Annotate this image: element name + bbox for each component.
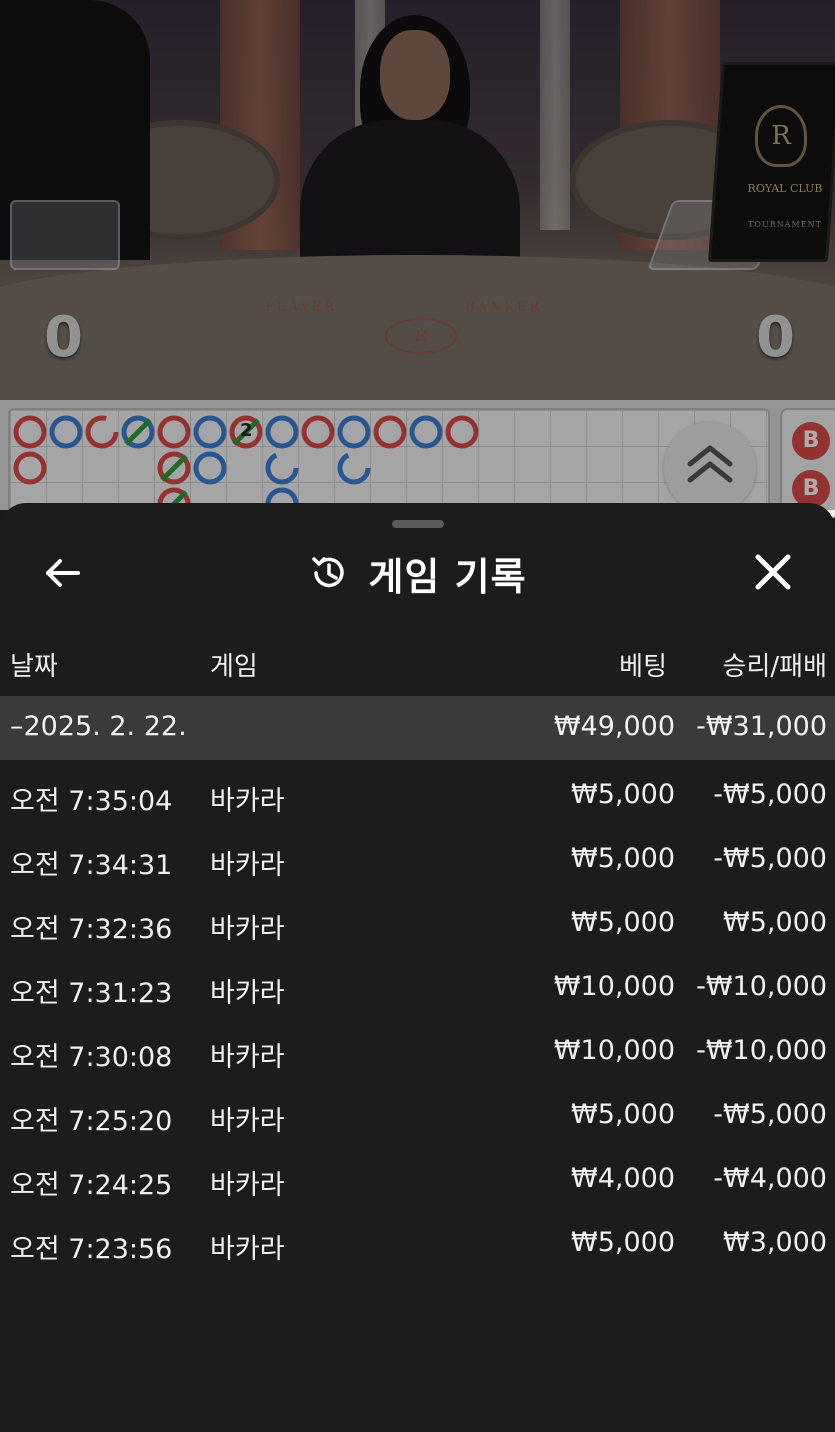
- sheet-drag-handle[interactable]: [392, 520, 444, 528]
- table-row[interactable]: 오전 7:30:08 바카라 ₩10,000 -₩10,000: [0, 1021, 835, 1085]
- row-time: 오전 7:31:23: [10, 978, 173, 1009]
- bead-road-marks: [13, 415, 479, 516]
- row-bet: ₩5,000: [571, 1099, 675, 1130]
- row-result: -₩5,000: [713, 779, 827, 810]
- player-mark: [193, 415, 227, 449]
- row-game: 바카라: [210, 1170, 285, 1201]
- row-time: 오전 7:32:36: [10, 914, 173, 945]
- player-mark: [265, 451, 299, 485]
- row-result: -₩10,000: [696, 971, 827, 1002]
- row-game: 바카라: [210, 850, 285, 881]
- felt-player-label: PLAYER: [265, 300, 338, 315]
- bead-road-grid: 2: [8, 408, 770, 518]
- column-header-date: 날짜: [10, 652, 58, 682]
- group-result-total: -₩31,000: [696, 711, 827, 742]
- row-bet: ₩5,000: [571, 907, 675, 938]
- row-result: -₩10,000: [696, 1035, 827, 1066]
- banker-mark: [85, 415, 119, 449]
- banker-mark: [13, 451, 47, 485]
- row-bet: ₩5,000: [571, 779, 675, 810]
- close-button[interactable]: [750, 549, 796, 595]
- player-mark: [337, 415, 371, 449]
- big-road-side-panel: B B: [780, 408, 835, 518]
- player-mark: [49, 415, 83, 449]
- game-history-sheet: 게임 기록 날짜 게임 베팅 승리/패배 –2025. 2. 22. ₩49,0…: [0, 503, 835, 1432]
- player-mark: [193, 451, 227, 485]
- pillar: [540, 0, 570, 230]
- table-row[interactable]: 오전 7:24:25 바카라 ₩4,000 -₩4,000: [0, 1149, 835, 1213]
- row-result: -₩4,000: [713, 1163, 827, 1194]
- sheet-title: 게임 기록: [368, 554, 527, 599]
- expand-roadmap-button[interactable]: [664, 422, 756, 514]
- row-bet: ₩10,000: [553, 1035, 675, 1066]
- row-bet: ₩5,000: [571, 843, 675, 874]
- column-header-bet: 베팅: [619, 652, 667, 682]
- banker-mark: [13, 415, 47, 449]
- table-row[interactable]: 오전 7:23:56 바카라 ₩5,000 ₩3,000: [0, 1213, 835, 1277]
- history-icon: [312, 557, 345, 588]
- royal-club-logo: R: [755, 105, 807, 167]
- table-row[interactable]: 오전 7:34:31 바카라 ₩5,000 -₩5,000: [0, 829, 835, 893]
- date-group-row[interactable]: –2025. 2. 22. ₩49,000 -₩31,000: [0, 696, 835, 760]
- row-game: 바카라: [210, 1234, 285, 1265]
- table-row[interactable]: 오전 7:25:20 바카라 ₩5,000 -₩5,000: [0, 1085, 835, 1149]
- player-mark: [409, 415, 443, 449]
- row-game: 바카라: [210, 978, 285, 1009]
- column-header-result: 승리/패배: [722, 652, 827, 682]
- row-time: 오전 7:25:20: [10, 1106, 173, 1137]
- banker-badge: B: [792, 422, 830, 460]
- row-time: 오전 7:30:08: [10, 1042, 173, 1073]
- row-time: 오전 7:34:31: [10, 850, 173, 881]
- player-mark: [265, 415, 299, 449]
- felt-logo: R: [385, 318, 457, 354]
- table-row[interactable]: 오전 7:32:36 바카라 ₩5,000 ₩5,000: [0, 893, 835, 957]
- row-game: 바카라: [210, 914, 285, 945]
- column-header-game: 게임: [210, 652, 258, 682]
- banker-mark: [445, 415, 479, 449]
- row-result: -₩5,000: [713, 1099, 827, 1130]
- close-icon: [755, 554, 791, 590]
- row-result: ₩5,000: [723, 907, 827, 938]
- royal-club-subtitle: TOURNAMENT: [748, 220, 822, 229]
- sheet-header: 게임 기록: [0, 545, 835, 601]
- row-bet: ₩5,000: [571, 1227, 675, 1258]
- banker-mark: [373, 415, 407, 449]
- banker-mark: [301, 415, 335, 449]
- live-video-feed: PLAYER BANKER R R ROYAL CLUB TOURNAMENT …: [0, 0, 835, 400]
- player-score: 0: [44, 305, 83, 370]
- row-bet: ₩4,000: [571, 1163, 675, 1194]
- royal-club-brand: ROYAL CLUB: [747, 182, 823, 195]
- card-shoe: [10, 200, 120, 270]
- row-game: 바카라: [210, 786, 285, 817]
- row-game: 바카라: [210, 1042, 285, 1073]
- group-bet-total: ₩49,000: [553, 711, 675, 742]
- tie-count-label: 2: [240, 420, 253, 441]
- banker-score: 0: [756, 305, 795, 370]
- row-time: 오전 7:24:25: [10, 1170, 173, 1201]
- player-mark: [337, 451, 371, 485]
- row-game: 바카라: [210, 1106, 285, 1137]
- row-time: 오전 7:35:04: [10, 786, 173, 817]
- felt-banker-label: BANKER: [465, 300, 543, 315]
- row-result: -₩5,000: [713, 843, 827, 874]
- group-date: –2025. 2. 22.: [10, 711, 187, 742]
- table-row[interactable]: 오전 7:31:23 바카라 ₩10,000 -₩10,000: [0, 957, 835, 1021]
- row-time: 오전 7:23:56: [10, 1234, 173, 1265]
- dealer-face: [380, 30, 450, 120]
- banker-mark: [157, 415, 191, 449]
- table-row[interactable]: 오전 7:35:04 바카라 ₩5,000 -₩5,000: [0, 765, 835, 829]
- row-bet: ₩10,000: [553, 971, 675, 1002]
- row-result: ₩3,000: [723, 1227, 827, 1258]
- double-chevron-up-icon: [687, 445, 733, 483]
